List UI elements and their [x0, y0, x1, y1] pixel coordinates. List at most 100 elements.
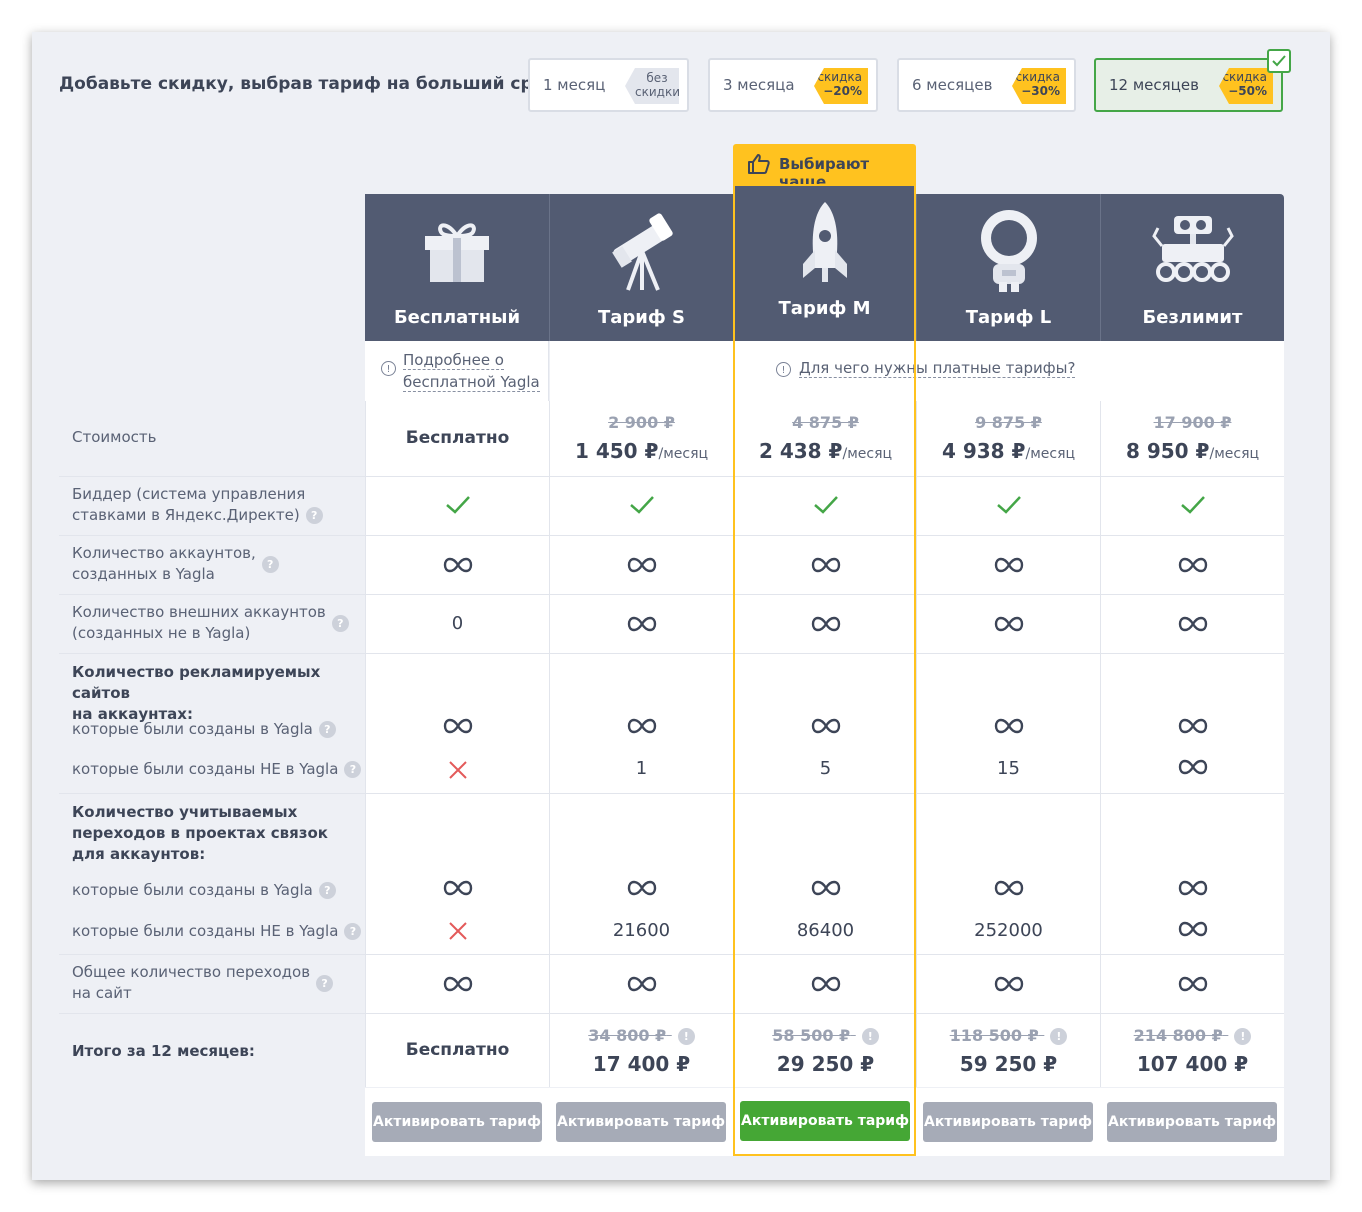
- label-line1: Биддер (система управления: [72, 485, 306, 503]
- help-icon[interactable]: ?: [318, 882, 336, 899]
- help-icon[interactable]: ?: [261, 556, 279, 573]
- plan-name: Тариф S: [597, 307, 685, 328]
- table-row-accounts: Количество аккаунтов,? созданных в Yagla: [59, 536, 1284, 595]
- label-line2: ставками в Яндекс.Директе): [72, 506, 300, 524]
- infinity-slot: [734, 718, 917, 738]
- info-paid-cell: ! Для чего нужны платные тарифы?: [550, 341, 1284, 401]
- total-free: Бесплатно: [365, 1014, 549, 1087]
- infinity-cell: [1100, 536, 1284, 594]
- old-total-value: 58 500 ₽: [772, 1026, 851, 1045]
- row-label-cell: Общее количество переходов? на сайт: [59, 955, 365, 1013]
- period-3-months[interactable]: 3 месяца скидка −20%: [708, 58, 878, 112]
- period-6-months[interactable]: 6 месяцев скидка −30%: [897, 58, 1076, 112]
- plan-header-s: Тариф S: [550, 194, 733, 341]
- cross-icon: [449, 922, 467, 940]
- activate-free-button[interactable]: Активировать тариф: [372, 1102, 542, 1142]
- help-icon[interactable]: ?: [316, 975, 334, 992]
- infinity-icon: [366, 557, 549, 577]
- infinity-cell: [916, 595, 1100, 653]
- cost-m: 4 875 ₽ 2 438 ₽/месяц: [733, 401, 917, 476]
- rocket-icon: [802, 202, 847, 282]
- sites-s: 1: [549, 654, 733, 793]
- check-icon: [445, 496, 470, 514]
- plan-header-free: Бесплатный: [365, 194, 549, 341]
- infinity-cell: [549, 595, 733, 653]
- help-icon[interactable]: ?: [331, 615, 349, 632]
- badge-line1: без: [646, 71, 668, 85]
- table-row-total: Итого за 12 месяцев: Бесплатно 34 800 ₽ …: [59, 1014, 1284, 1087]
- activate-buttons-row: Активировать тариф Активировать тариф Ак…: [365, 1088, 1284, 1156]
- paid-info-link[interactable]: Для чего нужны платные тарифы?: [799, 359, 1076, 378]
- table-row-external-accounts: Количество внешних аккаунтов? (созданных …: [59, 595, 1284, 654]
- row-label-cell: Количество учитываемых переходов в проект…: [59, 794, 365, 954]
- old-total: 118 500 ₽ !: [917, 1026, 1100, 1045]
- old-total: 58 500 ₽ !: [734, 1026, 917, 1045]
- badge-line1: скидка: [817, 70, 862, 84]
- infinity-cell: [549, 955, 733, 1013]
- infinity-icon: [1101, 976, 1284, 996]
- badge-line1: скидка: [1015, 70, 1060, 84]
- sites-free: [365, 654, 549, 793]
- period-label: 3 месяца: [723, 76, 795, 94]
- period-1-month[interactable]: 1 месяц без скидки: [528, 58, 689, 112]
- label-line2: созданных в Yagla: [72, 565, 215, 583]
- help-icon[interactable]: ?: [318, 721, 336, 738]
- plan-name: Тариф M: [778, 298, 871, 319]
- price-value: 8 950 ₽: [1125, 439, 1210, 463]
- help-icon[interactable]: !: [1234, 1028, 1252, 1045]
- help-icon[interactable]: !: [861, 1028, 879, 1045]
- label-line1: Количество аккаунтов,: [72, 544, 256, 562]
- free-info-line1: Подробнее о: [403, 351, 504, 370]
- label-line2: на сайт: [72, 984, 132, 1002]
- count-value: 15: [997, 758, 1020, 779]
- free-info-link[interactable]: Подробнее о бесплатной Yagla: [403, 349, 540, 393]
- help-icon[interactable]: ?: [344, 923, 362, 940]
- activate-l-button[interactable]: Активировать тариф: [923, 1102, 1093, 1142]
- badge-line2: −30%: [1021, 84, 1060, 98]
- infinity-slot: [366, 880, 549, 900]
- plan-header-m: Тариф M: [733, 184, 916, 341]
- help-icon[interactable]: ?: [344, 761, 362, 778]
- popular-badge: Выбирают чаще: [733, 144, 916, 191]
- cost-l: 9 875 ₽ 4 938 ₽/месяц: [916, 401, 1100, 476]
- activate-s-button[interactable]: Активировать тариф: [556, 1102, 726, 1142]
- infinity-cell: [1100, 955, 1284, 1013]
- sub-label-text: которые были созданы в Yagla: [72, 881, 313, 899]
- infinity-icon: [627, 880, 657, 900]
- info-icon: !: [381, 361, 396, 376]
- infinity-cell: [916, 955, 1100, 1013]
- sites-l: 15: [916, 654, 1100, 793]
- total-price: 59 250 ₽: [959, 1052, 1058, 1076]
- row-label-cell: Стоимость: [59, 401, 365, 476]
- table-row-bidder: Биддер (система управления ставками в Янд…: [59, 477, 1284, 536]
- sub-label-text: которые были созданы НЕ в Yagla: [72, 760, 339, 778]
- badge-line2: −20%: [823, 84, 862, 98]
- info-icon: !: [776, 362, 791, 377]
- cost-unlimited: 17 900 ₽ 8 950 ₽/месяц: [1100, 401, 1284, 476]
- infinity-icon: [1178, 921, 1208, 941]
- discount-heading: Добавьте скидку, выбрав тариф на больший…: [59, 74, 556, 94]
- count-value: 86400: [796, 920, 855, 941]
- activate-m-button[interactable]: Активировать тариф: [740, 1101, 910, 1141]
- infinity-icon: [1178, 880, 1208, 900]
- row-label: Биддер (система управления ставками в Янд…: [72, 484, 323, 526]
- price-free: Бесплатно: [405, 1040, 510, 1060]
- old-total-value: 34 800 ₽: [588, 1026, 667, 1045]
- label-line2: переходов в проектах связок: [72, 824, 328, 842]
- table-row-transitions: Количество учитываемых переходов в проект…: [59, 794, 1284, 955]
- old-total: 34 800 ₽ !: [550, 1026, 733, 1045]
- badge-line1: скидка: [1222, 70, 1267, 84]
- help-icon[interactable]: ?: [305, 507, 323, 524]
- help-icon[interactable]: !: [677, 1028, 695, 1045]
- price-free: Бесплатно: [405, 428, 510, 448]
- help-icon[interactable]: !: [1050, 1028, 1068, 1045]
- period-12-months[interactable]: 12 месяцев скидка −50%: [1094, 58, 1283, 112]
- infinity-cell: [733, 536, 917, 594]
- infinity-cell: [733, 595, 917, 653]
- total-s: 34 800 ₽ ! 17 400 ₽: [549, 1014, 733, 1087]
- infinity-icon: [366, 976, 549, 996]
- transitions-m: 86400: [733, 794, 917, 954]
- infinity-icon: [734, 557, 917, 577]
- infinity-icon: [550, 557, 733, 577]
- activate-unlimited-button[interactable]: Активировать тариф: [1107, 1102, 1277, 1142]
